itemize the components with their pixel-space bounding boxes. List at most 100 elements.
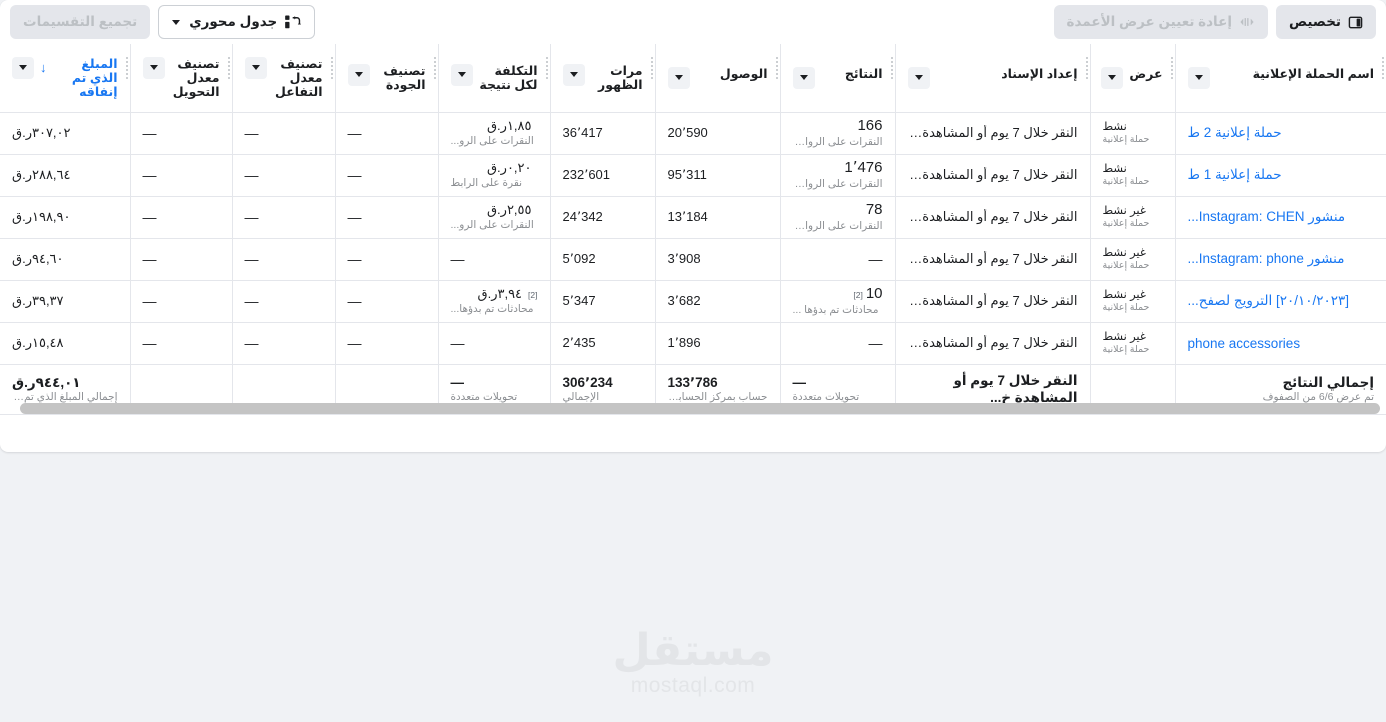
reach-value: 3٬908 xyxy=(667,251,701,266)
table-row[interactable]: منشور Instagram: phone... غير نشط حملة إ… xyxy=(0,238,1386,281)
column-menu-button[interactable] xyxy=(1187,66,1210,89)
campaign-name-link[interactable]: منشور Instagram: phone... xyxy=(1188,251,1375,267)
column-menu-button[interactable] xyxy=(450,63,473,86)
table-row[interactable]: منشور Instagram: CHEN... غير نشط حملة إع… xyxy=(0,196,1386,239)
column-resize-handle[interactable] xyxy=(1084,57,1088,79)
cell-delivery: غير نشط حملة إعلانية xyxy=(1089,280,1175,323)
table-row[interactable]: حملة إعلانية 1 ط نشط حملة إعلانية النقر … xyxy=(0,154,1386,197)
impressions-value: 36٬417 xyxy=(562,125,603,140)
table-scroll-area[interactable]: اسم الحملة الإعلانية عرض إعداد الإسناد ا… xyxy=(0,44,1386,428)
column-header-results[interactable]: النتائج xyxy=(779,44,895,113)
column-label: التكلفة لكل نتيجة xyxy=(479,63,538,92)
cell-delivery: غير نشط حملة إعلانية xyxy=(1089,196,1175,239)
column-menu-button[interactable] xyxy=(244,56,267,79)
cell-campaign-name[interactable]: منشور Instagram: CHEN... xyxy=(1174,196,1386,239)
cost-value: ٢,٥٥ر.ق xyxy=(486,202,532,217)
cell-campaign-name[interactable]: حملة إعلانية 1 ط xyxy=(1174,154,1386,197)
table-row[interactable]: حملة إعلانية 2 ط نشط حملة إعلانية النقر … xyxy=(0,112,1386,155)
reach-value: 3٬682 xyxy=(667,293,701,308)
column-header-reach[interactable]: الوصول xyxy=(654,44,780,113)
column-menu-button[interactable] xyxy=(347,63,370,86)
column-menu-button[interactable] xyxy=(792,66,815,89)
amount-spent-value: ٣٠٧,٠٢ر.ق xyxy=(12,125,71,140)
cost-footnote: [2] xyxy=(528,290,538,300)
table-toolbar: تخصيص إعادة تعيين عرض الأعمدة جدول محوري… xyxy=(0,0,1386,44)
sort-descending-icon[interactable]: ↓ xyxy=(40,57,47,78)
horizontal-scrollbar-thumb[interactable] xyxy=(19,403,1380,414)
campaign-name-link[interactable]: حملة إعلانية 1 ط xyxy=(1188,167,1375,183)
campaign-name-link[interactable]: منشور Instagram: CHEN... xyxy=(1188,209,1375,225)
reset-width-icon xyxy=(1239,15,1255,29)
column-resize-handle[interactable] xyxy=(1380,57,1384,79)
delivery-level: حملة إعلانية xyxy=(1102,217,1150,229)
column-menu-button[interactable] xyxy=(142,56,165,79)
reach-value: 13٬184 xyxy=(667,209,708,224)
column-label: النتائج xyxy=(844,66,883,81)
cell-amount-spent: ٩٤,٦٠ر.ق xyxy=(0,238,130,281)
chevron-down-icon xyxy=(569,72,578,78)
amount-spent-value: ٩٤,٦٠ر.ق xyxy=(12,251,64,266)
header-row: اسم الحملة الإعلانية عرض إعداد الإسناد ا… xyxy=(0,44,1386,113)
cell-cost-per-result: — xyxy=(437,238,550,281)
column-menu-button[interactable] xyxy=(667,66,690,89)
column-header-engagement-rate-ranking[interactable]: تصنيف معدل التفاعل xyxy=(231,44,335,113)
column-header-attribution-setting[interactable]: إعداد الإسناد xyxy=(894,44,1090,113)
campaign-name-link[interactable]: [٢٠/١٠/٢٠٢٣] الترويج لصفح... xyxy=(1188,293,1375,309)
cell-campaign-name[interactable]: [٢٠/١٠/٢٠٢٣] الترويج لصفح... xyxy=(1174,280,1386,323)
cell-amount-spent: ١٥,٤٨ر.ق xyxy=(0,322,130,365)
customize-columns-button[interactable]: تخصيص xyxy=(1275,5,1376,39)
column-resize-handle[interactable] xyxy=(124,57,128,79)
column-menu-button[interactable] xyxy=(907,66,930,89)
cell-campaign-name[interactable]: منشور Instagram: phone... xyxy=(1174,238,1386,281)
cell-attribution: النقر خلال 7 يوم أو المشاهدة خ... xyxy=(894,196,1090,239)
column-header-impressions[interactable]: مرات الظهور xyxy=(549,44,655,113)
cell-cost-per-result: ٢,٥٥ر.ق النقرات على الرو... xyxy=(437,196,550,239)
delivery-status: غير نشط xyxy=(1102,288,1146,301)
column-resize-handle[interactable] xyxy=(774,57,778,79)
table-header: اسم الحملة الإعلانية عرض إعداد الإسناد ا… xyxy=(0,44,1386,113)
column-resize-handle[interactable] xyxy=(432,57,436,79)
pivot-table-button[interactable]: جدول محوري xyxy=(158,5,316,39)
delivery-level: حملة إعلانية xyxy=(1102,343,1150,355)
totals-reach-value: 133٬786 xyxy=(667,375,718,390)
cell-engagement-ranking: — xyxy=(231,280,335,323)
cell-impressions: 36٬417 xyxy=(549,112,655,155)
conversion-ranking-value: — xyxy=(142,335,157,351)
results-footnote: [2] xyxy=(853,290,863,300)
columns-icon xyxy=(1348,15,1363,30)
campaign-name-link[interactable]: حملة إعلانية 2 ط xyxy=(1188,125,1375,141)
horizontal-scrollbar[interactable] xyxy=(6,403,1380,414)
cell-campaign-name[interactable]: phone accessories xyxy=(1174,322,1386,365)
column-resize-handle[interactable] xyxy=(226,57,230,79)
chevron-down-icon xyxy=(799,75,808,81)
column-header-quality-ranking[interactable]: تصنيف الجودة xyxy=(334,44,438,113)
column-menu-button[interactable] xyxy=(12,56,34,79)
column-resize-handle[interactable] xyxy=(649,57,653,79)
quality-ranking-value: — xyxy=(347,167,362,183)
campaign-name-link[interactable]: phone accessories xyxy=(1188,336,1375,351)
column-header-cost-per-result[interactable]: التكلفة لكل نتيجة xyxy=(437,44,550,113)
amount-spent-value: ٢٨٨,٦٤ر.ق xyxy=(12,167,71,182)
engagement-ranking-value: — xyxy=(244,335,259,351)
column-header-campaign-name[interactable]: اسم الحملة الإعلانية xyxy=(1174,44,1386,113)
cell-campaign-name[interactable]: حملة إعلانية 2 ط xyxy=(1174,112,1386,155)
column-label: اسم الحملة الإعلانية xyxy=(1252,66,1374,81)
quality-ranking-value: — xyxy=(347,209,362,225)
cell-attribution: النقر خلال 7 يوم أو المشاهدة خ... xyxy=(894,280,1090,323)
toolbar-left-group: جدول محوري تجميع التقسيمات xyxy=(10,5,316,39)
column-header-amount-spent[interactable]: المبلغ الذي تم إنفاقه ↓ xyxy=(0,44,130,113)
column-resize-handle[interactable] xyxy=(329,57,333,79)
column-resize-handle[interactable] xyxy=(544,57,548,79)
column-menu-button[interactable] xyxy=(562,63,585,86)
column-menu-button[interactable] xyxy=(1101,66,1124,89)
column-header-conversion-rate-ranking[interactable]: تصنيف معدل التحويل xyxy=(129,44,232,113)
reset-column-width-button[interactable]: إعادة تعيين عرض الأعمدة xyxy=(1053,5,1268,39)
cell-reach: 13٬184 xyxy=(654,196,780,239)
column-resize-handle[interactable] xyxy=(1169,57,1173,79)
cell-impressions: 5٬347 xyxy=(549,280,655,323)
column-header-delivery[interactable]: عرض xyxy=(1089,44,1175,113)
column-resize-handle[interactable] xyxy=(889,57,893,79)
group-breakdowns-button[interactable]: تجميع التقسيمات xyxy=(10,5,151,39)
table-row[interactable]: phone accessories غير نشط حملة إعلانية ا… xyxy=(0,322,1386,365)
table-row[interactable]: [٢٠/١٠/٢٠٢٣] الترويج لصفح... غير نشط حمل… xyxy=(0,280,1386,323)
